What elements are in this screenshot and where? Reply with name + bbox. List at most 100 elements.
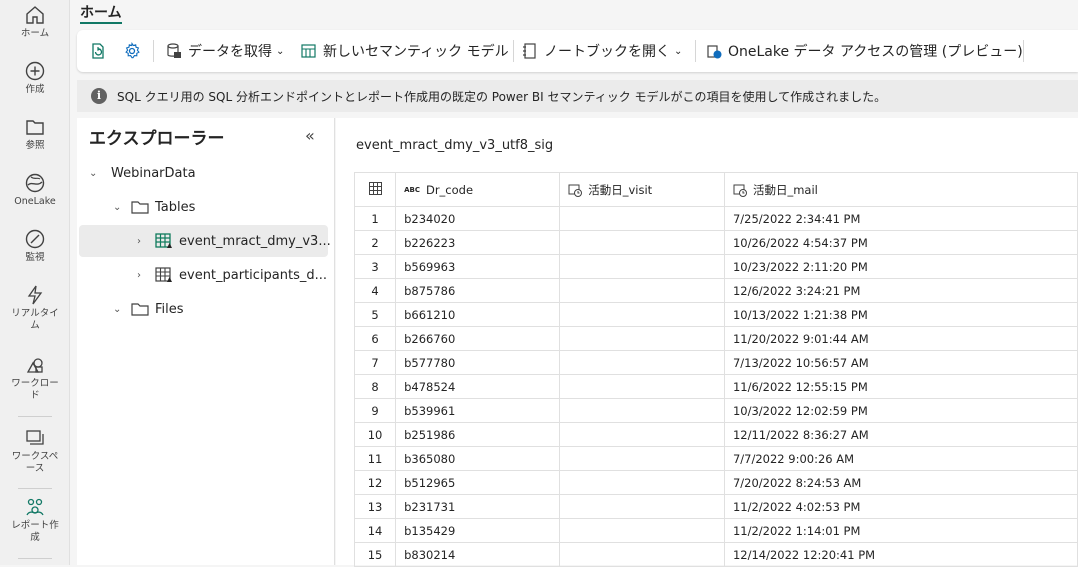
cell-visit[interactable] [559,374,725,399]
table-row[interactable]: 4 b875786 12/6/2022 3:24:21 PM [353,278,1078,303]
table-row[interactable]: 8 b478524 11/6/2022 12:55:15 PM [353,374,1078,399]
cell-dr-code[interactable]: b512965 [395,470,561,495]
cell-dr-code[interactable]: b661210 [395,302,561,327]
table-row[interactable]: 2 b226223 10/26/2022 4:54:37 PM [353,230,1078,255]
nav-workload[interactable]: ワークロー ド [0,354,70,402]
cell-mail[interactable]: 11/6/2022 12:55:15 PM [723,374,1078,399]
cell-dr-code[interactable]: b135429 [395,518,561,543]
cell-visit[interactable] [559,302,725,327]
row-number[interactable]: 14 [353,518,397,543]
cell-dr-code[interactable]: b251986 [395,422,561,447]
nav-realtime[interactable]: リアルタイ ム [0,284,70,332]
table-row[interactable]: 15 b830214 12/14/2022 12:20:41 PM [353,542,1078,567]
cell-dr-code[interactable]: b478524 [395,374,561,399]
cell-visit[interactable] [559,230,725,255]
cell-visit[interactable] [559,398,725,423]
cell-mail[interactable]: 10/3/2022 12:02:59 PM [723,398,1078,423]
cell-visit[interactable] [559,206,725,231]
cell-visit[interactable] [559,470,725,495]
cell-dr-code[interactable]: b365080 [395,446,561,471]
cell-mail[interactable]: 10/13/2022 1:21:38 PM [723,302,1078,327]
cell-mail[interactable]: 11/2/2022 1:14:01 PM [723,518,1078,543]
cell-visit[interactable] [559,518,725,543]
row-number[interactable]: 10 [353,422,397,447]
table-row[interactable]: 13 b231731 11/2/2022 4:02:53 PM [353,494,1078,519]
cell-visit[interactable] [559,494,725,519]
nav-home[interactable]: ホーム [0,4,70,40]
cell-visit[interactable] [559,446,725,471]
cell-mail[interactable]: 12/6/2022 3:24:21 PM [723,278,1078,303]
refresh-button[interactable] [89,30,112,72]
tree-item-root[interactable]: ⌄ WebinarData [89,157,196,189]
open-notebook-button[interactable]: ノートブックを開く ⌄ [521,30,682,72]
row-number[interactable]: 4 [353,278,397,303]
row-number[interactable]: 13 [353,494,397,519]
cell-mail[interactable]: 12/11/2022 8:36:27 AM [723,422,1078,447]
row-number[interactable]: 12 [353,470,397,495]
table-row[interactable]: 3 b569963 10/23/2022 2:11:20 PM [353,254,1078,279]
cell-dr-code[interactable]: b875786 [395,278,561,303]
row-number[interactable]: 6 [353,326,397,351]
cell-dr-code[interactable]: b226223 [395,230,561,255]
cell-visit[interactable] [559,326,725,351]
table-row[interactable]: 10 b251986 12/11/2022 8:36:27 AM [353,422,1078,447]
tree-item-table-2[interactable]: › event_participants_d... [137,259,327,291]
cell-visit[interactable] [559,278,725,303]
new-semantic-model-button[interactable]: 新しいセマンティック モデル [300,30,509,72]
column-header-visit[interactable]: 活動日_visit [559,172,725,207]
row-number[interactable]: 3 [353,254,397,279]
get-data-button[interactable]: データを取得 ⌄ [165,30,284,72]
row-number[interactable]: 15 [353,542,397,567]
cell-mail[interactable]: 7/20/2022 8:24:53 AM [723,470,1078,495]
cell-mail[interactable]: 7/13/2022 10:56:57 AM [723,350,1078,375]
settings-button[interactable] [123,30,146,72]
column-header-dr-code[interactable]: ABC Dr_code [395,172,561,207]
table-row[interactable]: 1 b234020 7/25/2022 2:34:41 PM [353,206,1078,231]
cell-mail[interactable]: 12/14/2022 12:20:41 PM [723,542,1078,567]
nav-create[interactable]: 作成 [0,60,70,96]
row-number[interactable]: 9 [353,398,397,423]
row-number[interactable]: 2 [353,230,397,255]
row-number[interactable]: 5 [353,302,397,327]
cell-dr-code[interactable]: b234020 [395,206,561,231]
row-number[interactable]: 1 [353,206,397,231]
table-row[interactable]: 9 b539961 10/3/2022 12:02:59 PM [353,398,1078,423]
onelake-access-button[interactable]: OneLake データ アクセスの管理 (プレビュー) [705,30,1023,72]
nav-browse[interactable]: 参照 [0,116,70,152]
cell-dr-code[interactable]: b569963 [395,254,561,279]
row-number[interactable]: 11 [353,446,397,471]
tree-item-tables[interactable]: ⌄ Tables [113,191,195,223]
nav-onelake[interactable]: OneLake [0,172,70,208]
cell-mail[interactable]: 7/7/2022 9:00:26 AM [723,446,1078,471]
cell-mail[interactable]: 10/26/2022 4:54:37 PM [723,230,1078,255]
select-all-cell[interactable] [353,172,397,207]
tab-home[interactable]: ホーム [80,2,122,22]
table-row[interactable]: 14 b135429 11/2/2022 1:14:01 PM [353,518,1078,543]
nav-workspace[interactable]: ワークスペ ース [0,427,70,475]
table-row[interactable]: 5 b661210 10/13/2022 1:21:38 PM [353,302,1078,327]
tree-item-table-1[interactable]: › event_mract_dmy_v3... [137,225,331,257]
cell-mail[interactable]: 7/25/2022 2:34:41 PM [723,206,1078,231]
collapse-pane-icon[interactable]: « [305,126,315,145]
tree-item-files[interactable]: ⌄ Files [113,293,184,325]
row-number[interactable]: 7 [353,350,397,375]
cell-visit[interactable] [559,542,725,567]
cell-visit[interactable] [559,254,725,279]
table-row[interactable]: 7 b577780 7/13/2022 10:56:57 AM [353,350,1078,375]
row-number[interactable]: 8 [353,374,397,399]
cell-dr-code[interactable]: b266760 [395,326,561,351]
nav-report[interactable]: レポート作 成 [0,496,70,544]
cell-dr-code[interactable]: b830214 [395,542,561,567]
cell-visit[interactable] [559,350,725,375]
table-row[interactable]: 6 b266760 11/20/2022 9:01:44 AM [353,326,1078,351]
cell-mail[interactable]: 10/23/2022 2:11:20 PM [723,254,1078,279]
cell-dr-code[interactable]: b231731 [395,494,561,519]
cell-mail[interactable]: 11/2/2022 4:02:53 PM [723,494,1078,519]
nav-monitor[interactable]: 監視 [0,228,70,264]
cell-dr-code[interactable]: b539961 [395,398,561,423]
cell-visit[interactable] [559,422,725,447]
cell-dr-code[interactable]: b577780 [395,350,561,375]
table-row[interactable]: 12 b512965 7/20/2022 8:24:53 AM [353,470,1078,495]
table-row[interactable]: 11 b365080 7/7/2022 9:00:26 AM [353,446,1078,471]
cell-mail[interactable]: 11/20/2022 9:01:44 AM [723,326,1078,351]
